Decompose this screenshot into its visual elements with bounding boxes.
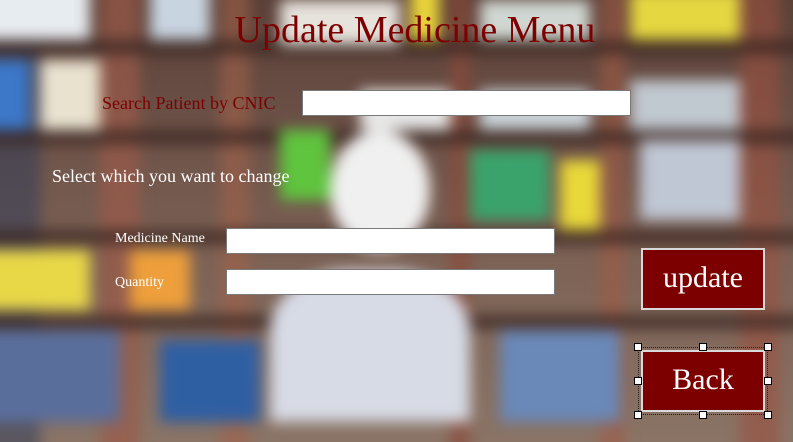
quantity-label: Quantity bbox=[115, 275, 164, 290]
medicine-name-input[interactable] bbox=[226, 228, 555, 254]
resize-handle-icon[interactable] bbox=[764, 411, 772, 419]
quantity-input[interactable] bbox=[226, 269, 555, 295]
medicine-name-label: Medicine Name bbox=[115, 231, 205, 246]
resize-handle-icon[interactable] bbox=[764, 343, 772, 351]
resize-handle-icon[interactable] bbox=[699, 411, 707, 419]
resize-handle-icon[interactable] bbox=[634, 411, 642, 419]
resize-handle-icon[interactable] bbox=[634, 377, 642, 385]
search-cnic-input[interactable] bbox=[302, 90, 631, 116]
selection-frame bbox=[638, 347, 768, 415]
select-change-prompt: Select which you want to change bbox=[52, 166, 290, 186]
resize-handle-icon[interactable] bbox=[634, 343, 642, 351]
update-button[interactable]: update bbox=[641, 248, 765, 310]
resize-handle-icon[interactable] bbox=[764, 377, 772, 385]
page-title: Update Medicine Menu bbox=[234, 9, 596, 51]
resize-handle-icon[interactable] bbox=[699, 343, 707, 351]
search-cnic-label: Search Patient by CNIC bbox=[102, 93, 276, 113]
